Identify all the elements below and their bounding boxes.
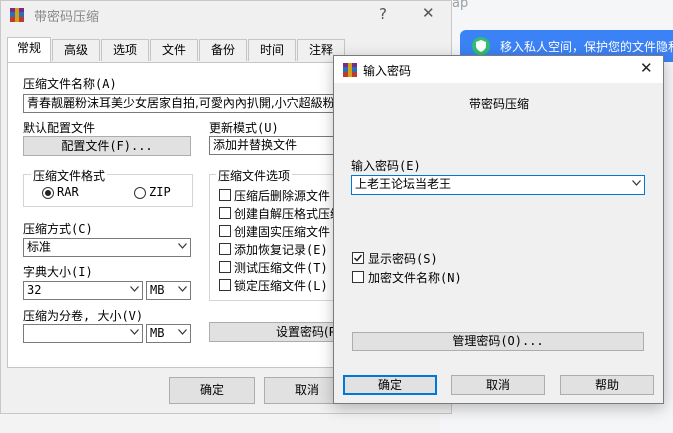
split-label: 压缩为分卷, 大小(V) — [23, 309, 144, 323]
tab-advanced[interactable]: 高级 — [52, 39, 100, 61]
test-label: 测试压缩文件(T) — [234, 261, 328, 275]
show-password-checkbox[interactable] — [352, 252, 364, 264]
chevron-down-icon — [178, 286, 187, 292]
dict-unit-select[interactable]: MB — [146, 281, 191, 300]
password-dialog: 输入密码 ✕ 带密码压缩 输入密码(E) 上老王论坛当老王 显示密码(S) 加密… — [333, 55, 664, 404]
manage-passwords-button[interactable]: 管理密码(O)... — [352, 332, 644, 351]
chevron-down-icon — [178, 243, 187, 249]
solid-label: 创建固实压缩文件 — [234, 225, 331, 239]
split-unit-value: MB — [150, 326, 165, 340]
method-value: 标准 — [27, 240, 52, 254]
banner-text: 移入私人空间，保护您的文件隐私 — [500, 40, 673, 54]
shield-icon — [472, 37, 490, 55]
dict-label: 字典大小(I) — [23, 265, 93, 279]
tab-general[interactable]: 常规 — [7, 37, 51, 62]
tab-backup[interactable]: 备份 — [199, 39, 247, 61]
help-button[interactable]: 帮助 — [560, 375, 654, 395]
archive-name-label: 压缩文件名称(A) — [23, 77, 117, 91]
password-dialog-title: 输入密码 — [363, 64, 412, 78]
tab-time[interactable]: 时间 — [248, 39, 296, 61]
checkmark-icon — [353, 254, 363, 262]
background-partial-text: ap — [452, 0, 469, 11]
options-group-title: 压缩文件选项 — [216, 167, 293, 184]
lock-checkbox[interactable] — [219, 279, 231, 291]
method-select[interactable]: 标准 — [23, 238, 191, 257]
show-password-label: 显示密码(S) — [368, 252, 438, 266]
dict-select[interactable]: 32 — [23, 281, 143, 300]
password-input[interactable]: 上老王论坛当老王 — [351, 175, 645, 195]
encrypt-names-checkbox[interactable] — [352, 271, 364, 283]
format-group-title: 压缩文件格式 — [31, 167, 108, 184]
zip-radio[interactable] — [134, 187, 146, 199]
encrypt-names-label: 加密文件名称(N) — [368, 271, 462, 285]
winrar-icon — [343, 63, 357, 77]
close-button[interactable]: ✕ — [640, 59, 653, 77]
chevron-down-icon — [130, 329, 139, 335]
dialog-title: 带密码压缩 — [34, 10, 100, 25]
tab-files[interactable]: 文件 — [150, 39, 198, 61]
ok-button[interactable]: 确定 — [343, 375, 437, 395]
recovery-label: 添加恢复记录(E) — [234, 243, 328, 257]
ok-button[interactable]: 确定 — [169, 377, 255, 404]
cancel-button[interactable]: 取消 — [451, 375, 545, 395]
delete-after-checkbox[interactable] — [219, 189, 231, 201]
enter-password-label: 输入密码(E) — [351, 159, 421, 173]
profiles-label: 默认配置文件 — [23, 121, 96, 135]
winrar-icon — [10, 8, 24, 22]
archive-name-field[interactable]: 青春靓麗粉沫耳美少女居家自拍,可愛內內扒開,小穴超級粉嫩 — [23, 94, 343, 113]
sfx-label: 创建自解压格式压缩 — [234, 207, 343, 221]
set-password-button[interactable]: 设置密码(P — [209, 322, 343, 342]
rar-label: RAR — [57, 185, 79, 199]
recovery-checkbox[interactable] — [219, 243, 231, 255]
dict-unit-value: MB — [150, 283, 165, 297]
lock-label: 锁定压缩文件(L) — [234, 279, 328, 293]
password-value: 上老王论坛当老王 — [355, 177, 452, 191]
close-button[interactable]: ✕ — [422, 4, 435, 22]
update-mode-value: 添加并替换文件 — [213, 138, 298, 152]
split-unit-select[interactable]: MB — [146, 324, 191, 343]
chevron-down-icon — [130, 286, 139, 292]
update-mode-label: 更新模式(U) — [209, 121, 279, 135]
zip-label: ZIP — [149, 185, 171, 199]
solid-checkbox[interactable] — [219, 225, 231, 237]
chevron-down-icon — [178, 329, 187, 335]
split-select[interactable] — [23, 324, 143, 343]
method-label: 压缩方式(C) — [23, 222, 93, 236]
rar-radio[interactable] — [42, 187, 54, 199]
sfx-checkbox[interactable] — [219, 207, 231, 219]
password-heading: 带密码压缩 — [469, 97, 530, 111]
profiles-button[interactable]: 配置文件(F)... — [23, 136, 191, 156]
dict-value: 32 — [27, 283, 42, 297]
test-checkbox[interactable] — [219, 261, 231, 273]
help-button[interactable]: ? — [379, 5, 387, 23]
chevron-down-icon — [632, 180, 641, 186]
update-mode-select[interactable]: 添加并替换文件 — [209, 136, 343, 155]
tab-options[interactable]: 选项 — [101, 39, 149, 61]
delete-after-label: 压缩后删除源文件 — [234, 189, 331, 203]
